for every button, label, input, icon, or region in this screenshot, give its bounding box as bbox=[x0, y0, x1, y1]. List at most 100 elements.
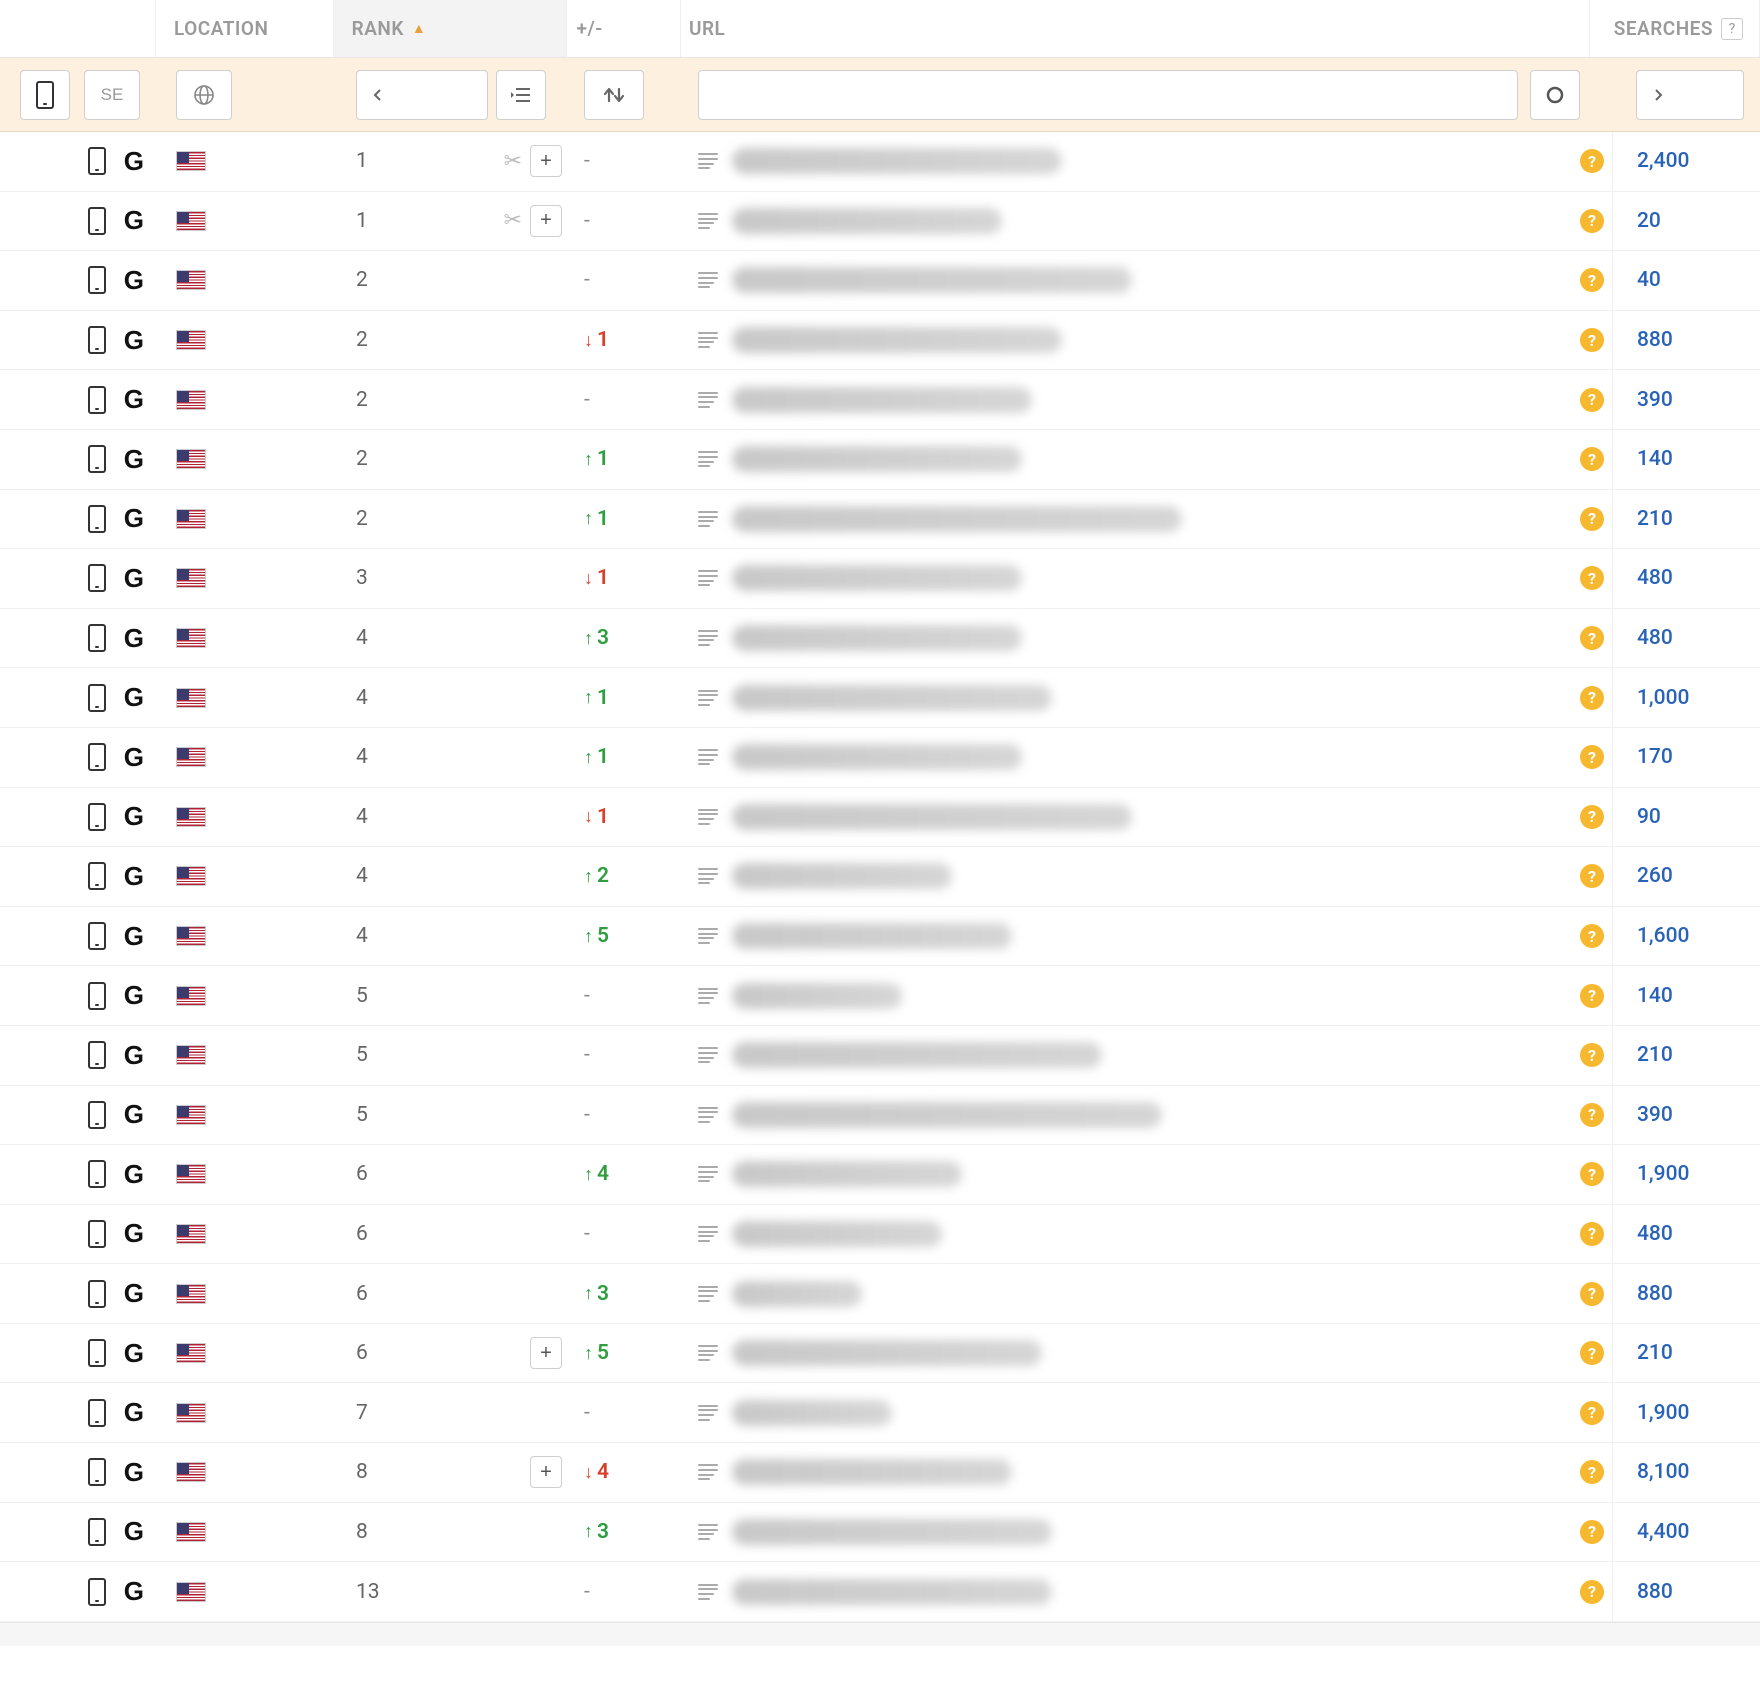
serp-snippet-icon[interactable] bbox=[698, 392, 718, 408]
serp-snippet-icon[interactable] bbox=[698, 749, 718, 765]
serp-snippet-icon[interactable] bbox=[698, 988, 718, 1004]
serp-snippet-icon[interactable] bbox=[698, 928, 718, 944]
warning-badge-icon[interactable]: ? bbox=[1580, 1222, 1604, 1246]
add-button[interactable]: + bbox=[530, 205, 562, 237]
serp-snippet-icon[interactable] bbox=[698, 332, 718, 348]
searches-value[interactable]: 8,100 bbox=[1637, 1460, 1689, 1484]
searches-value[interactable]: 210 bbox=[1637, 507, 1673, 531]
warning-badge-icon[interactable]: ? bbox=[1580, 447, 1604, 471]
search-engine-filter-button[interactable]: SE bbox=[84, 70, 140, 120]
warning-badge-icon[interactable]: ? bbox=[1580, 1401, 1604, 1425]
warning-badge-icon[interactable]: ? bbox=[1580, 1341, 1604, 1365]
serp-snippet-icon[interactable] bbox=[698, 451, 718, 467]
searches-value[interactable]: 480 bbox=[1637, 1222, 1673, 1246]
searches-value[interactable]: 480 bbox=[1637, 566, 1673, 590]
serp-snippet-icon[interactable] bbox=[698, 213, 718, 229]
searches-value[interactable]: 260 bbox=[1637, 864, 1673, 888]
warning-badge-icon[interactable]: ? bbox=[1580, 924, 1604, 948]
help-icon[interactable]: ? bbox=[1721, 18, 1743, 40]
url-filter-submit-button[interactable] bbox=[1530, 70, 1580, 120]
searches-value[interactable]: 880 bbox=[1637, 1580, 1673, 1604]
warning-badge-icon[interactable]: ? bbox=[1580, 149, 1604, 173]
serp-snippet-icon[interactable] bbox=[698, 868, 718, 884]
searches-value[interactable]: 140 bbox=[1637, 984, 1673, 1008]
searches-value[interactable]: 140 bbox=[1637, 447, 1673, 471]
google-icon: G bbox=[124, 980, 144, 1011]
searches-value[interactable]: 40 bbox=[1637, 268, 1661, 292]
warning-badge-icon[interactable]: ? bbox=[1580, 268, 1604, 292]
searches-value[interactable]: 880 bbox=[1637, 1282, 1673, 1306]
searches-value[interactable]: 880 bbox=[1637, 328, 1673, 352]
header-url[interactable]: URL bbox=[681, 0, 1590, 57]
warning-badge-icon[interactable]: ? bbox=[1580, 1460, 1604, 1484]
warning-badge-icon[interactable]: ? bbox=[1580, 805, 1604, 829]
serp-snippet-icon[interactable] bbox=[698, 1047, 718, 1063]
serp-snippet-icon[interactable] bbox=[698, 690, 718, 706]
serp-snippet-icon[interactable] bbox=[698, 272, 718, 288]
warning-badge-icon[interactable]: ? bbox=[1580, 209, 1604, 233]
searches-value[interactable]: 210 bbox=[1637, 1341, 1673, 1365]
device-filter-button[interactable] bbox=[20, 70, 70, 120]
location-filter-button[interactable] bbox=[176, 70, 232, 120]
warning-badge-icon[interactable]: ? bbox=[1580, 745, 1604, 769]
warning-badge-icon[interactable]: ? bbox=[1580, 1162, 1604, 1186]
serp-snippet-icon[interactable] bbox=[698, 1524, 718, 1540]
serp-snippet-icon[interactable] bbox=[698, 809, 718, 825]
header-rank[interactable]: RANK ▲ bbox=[334, 0, 567, 57]
serp-snippet-icon[interactable] bbox=[698, 630, 718, 646]
header-location[interactable]: LOCATION bbox=[156, 0, 334, 57]
searches-next-button[interactable] bbox=[1636, 70, 1744, 120]
serp-snippet-icon[interactable] bbox=[698, 1226, 718, 1242]
serp-snippet-icon[interactable] bbox=[698, 1464, 718, 1480]
warning-badge-icon[interactable]: ? bbox=[1580, 388, 1604, 412]
add-button[interactable]: + bbox=[530, 1337, 562, 1369]
warning-badge-icon[interactable]: ? bbox=[1580, 507, 1604, 531]
warning-badge-icon[interactable]: ? bbox=[1580, 1580, 1604, 1604]
warning-badge-icon[interactable]: ? bbox=[1580, 864, 1604, 888]
searches-value[interactable]: 4,400 bbox=[1637, 1520, 1689, 1544]
searches-value[interactable]: 1,900 bbox=[1637, 1401, 1689, 1425]
serp-snippet-icon[interactable] bbox=[698, 570, 718, 586]
warning-badge-icon[interactable]: ? bbox=[1580, 1103, 1604, 1127]
searches-value[interactable]: 170 bbox=[1637, 745, 1673, 769]
searches-value[interactable]: 480 bbox=[1637, 626, 1673, 650]
searches-value[interactable]: 210 bbox=[1637, 1043, 1673, 1067]
rank-list-button[interactable] bbox=[496, 70, 546, 120]
add-button[interactable]: + bbox=[530, 1456, 562, 1488]
searches-value[interactable]: 1,900 bbox=[1637, 1162, 1689, 1186]
rank-value: 4 bbox=[356, 924, 368, 948]
serp-snippet-icon[interactable] bbox=[698, 1584, 718, 1600]
searches-value[interactable]: 1,000 bbox=[1637, 686, 1689, 710]
serp-snippet-icon[interactable] bbox=[698, 1107, 718, 1123]
serp-snippet-icon[interactable] bbox=[698, 511, 718, 527]
google-icon: G bbox=[124, 146, 144, 177]
warning-badge-icon[interactable]: ? bbox=[1580, 566, 1604, 590]
warning-badge-icon[interactable]: ? bbox=[1580, 1043, 1604, 1067]
warning-badge-icon[interactable]: ? bbox=[1580, 1520, 1604, 1544]
add-button[interactable]: + bbox=[530, 145, 562, 177]
searches-value[interactable]: 390 bbox=[1637, 388, 1673, 412]
searches-value[interactable]: 90 bbox=[1637, 805, 1661, 829]
serp-snippet-icon[interactable] bbox=[698, 1166, 718, 1182]
warning-badge-icon[interactable]: ? bbox=[1580, 328, 1604, 352]
serp-snippet-icon[interactable] bbox=[698, 1286, 718, 1302]
header-change[interactable]: +/- bbox=[567, 0, 681, 57]
serp-snippet-icon[interactable] bbox=[698, 1405, 718, 1421]
searches-value[interactable]: 20 bbox=[1637, 209, 1661, 233]
header-searches-label: SEARCHES bbox=[1614, 17, 1713, 40]
serp-snippet-icon[interactable] bbox=[698, 1345, 718, 1361]
rank-prev-button[interactable] bbox=[356, 70, 488, 120]
warning-badge-icon[interactable]: ? bbox=[1580, 1282, 1604, 1306]
change-filter-button[interactable] bbox=[584, 70, 644, 120]
serp-snippet-icon[interactable] bbox=[698, 153, 718, 169]
rank-value: 6 bbox=[356, 1282, 368, 1306]
warning-badge-icon[interactable]: ? bbox=[1580, 686, 1604, 710]
searches-value[interactable]: 1,600 bbox=[1637, 924, 1689, 948]
searches-value[interactable]: 390 bbox=[1637, 1103, 1673, 1127]
searches-value[interactable]: 2,400 bbox=[1637, 149, 1689, 173]
warning-badge-icon[interactable]: ? bbox=[1580, 626, 1604, 650]
header-searches[interactable]: SEARCHES ? bbox=[1590, 0, 1760, 57]
flag-us-icon bbox=[176, 1403, 206, 1423]
warning-badge-icon[interactable]: ? bbox=[1580, 984, 1604, 1008]
url-filter-input[interactable] bbox=[698, 70, 1518, 120]
